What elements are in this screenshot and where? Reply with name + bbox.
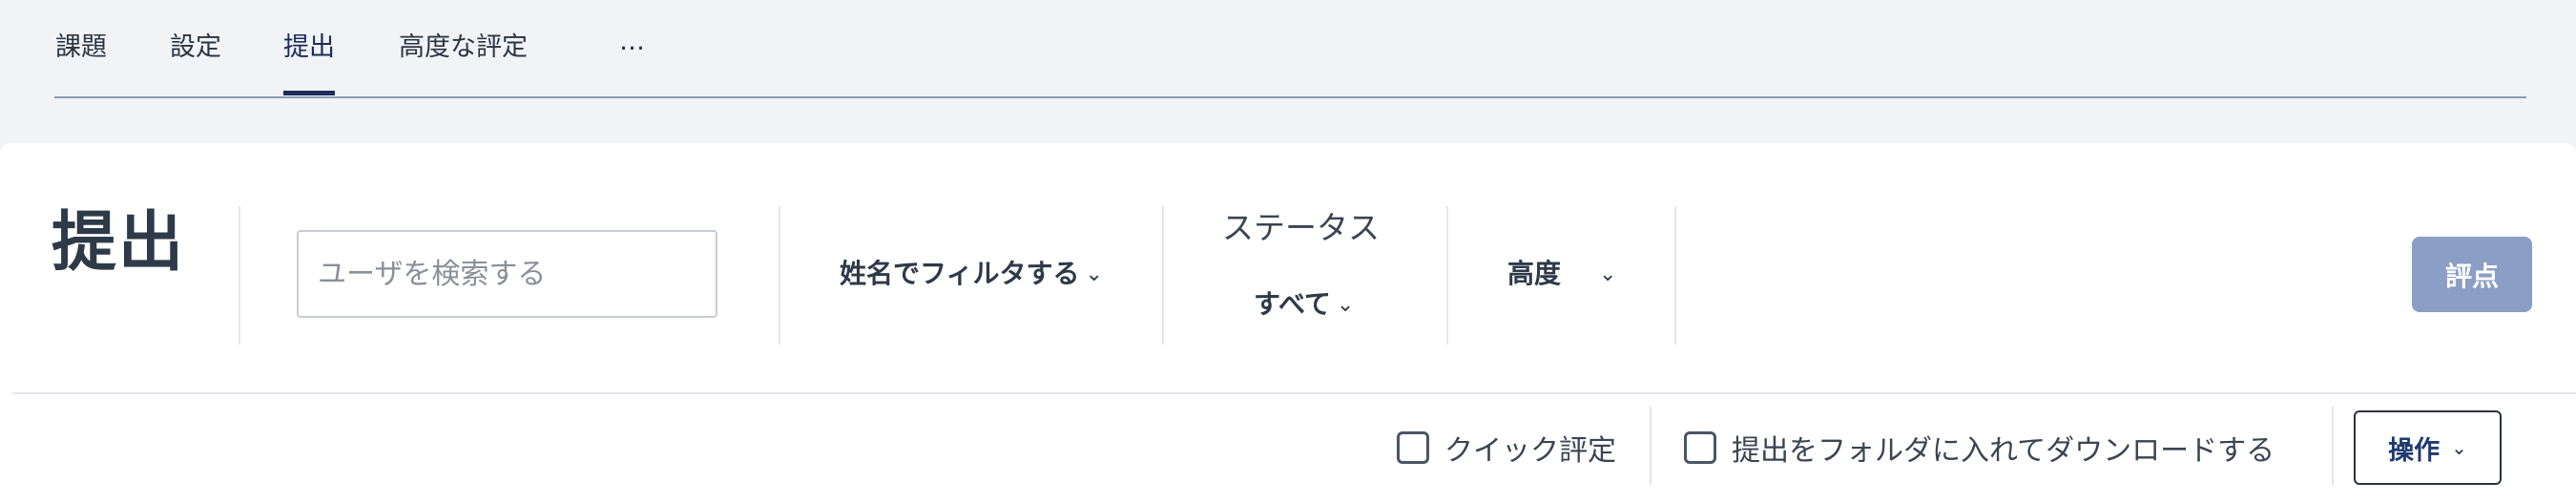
- operations-button[interactable]: 操作 ⌄: [2354, 410, 2502, 485]
- advanced-filter-label: 高度: [1507, 258, 1562, 289]
- download-folders-label: 提出をフォルダに入れてダウンロードする: [1732, 434, 2275, 468]
- tab-bar: 課題 設定 提出 高度な評定 …: [54, 0, 2526, 98]
- advanced-filter-dropdown[interactable]: 高度 ⌄: [1507, 255, 1616, 294]
- divider: [2332, 407, 2334, 485]
- name-filter-dropdown[interactable]: 姓名でフィルタする ⌄: [840, 255, 1103, 294]
- divider: [1674, 206, 1676, 345]
- grade-button[interactable]: 評点: [2412, 237, 2532, 312]
- tab-settings[interactable]: 設定: [170, 29, 221, 67]
- download-folders-toggle[interactable]: 提出をフォルダに入れてダウンロードする: [1684, 424, 2275, 472]
- name-filter-label: 姓名でフィルタする: [840, 258, 1080, 289]
- chevron-down-icon: ⌄: [1599, 262, 1617, 286]
- operations-label: 操作: [2388, 435, 2441, 466]
- divider: [1650, 407, 1652, 485]
- divider: [779, 206, 780, 345]
- tab-advanced-grading[interactable]: 高度な評定: [399, 29, 528, 67]
- page-title: 提出: [52, 205, 186, 281]
- divider: [1162, 206, 1164, 345]
- user-search-input[interactable]: [297, 230, 717, 318]
- status-filter-value: すべて: [1254, 288, 1331, 320]
- submissions-panel: 提出 姓名でフィルタする⌄ ステータス すべて⌄ 高度⌄ 評点 クイック評定 提…: [0, 143, 2576, 503]
- tab-submissions[interactable]: 提出: [283, 29, 335, 95]
- section-divider: [12, 392, 2576, 394]
- tab-assignment[interactable]: 課題: [55, 29, 107, 67]
- chevron-down-icon: ⌄: [1336, 293, 1355, 317]
- divider: [1446, 206, 1448, 345]
- status-filter-dropdown[interactable]: すべて ⌄: [1254, 285, 1354, 325]
- quick-grading-label: クイック評定: [1444, 434, 1616, 468]
- status-filter-label: ステータス: [1222, 209, 1380, 246]
- divider: [239, 206, 240, 345]
- download-folders-checkbox[interactable]: [1684, 431, 1716, 464]
- quick-grading-checkbox[interactable]: [1397, 431, 1429, 464]
- quick-grading-toggle[interactable]: クイック評定: [1397, 424, 1616, 472]
- chevron-down-icon: ⌄: [2451, 436, 2467, 459]
- chevron-down-icon: ⌄: [1085, 262, 1103, 286]
- tab-more[interactable]: …: [619, 23, 645, 61]
